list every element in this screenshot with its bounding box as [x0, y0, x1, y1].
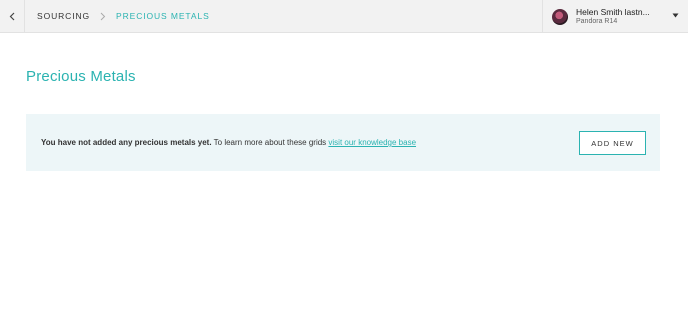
empty-state-message-text: To learn more about these grids [213, 138, 327, 147]
add-new-button[interactable]: ADD NEW [579, 131, 646, 155]
breadcrumb: SOURCING PRECIOUS METALS [37, 11, 210, 21]
page-title: Precious Metals [26, 68, 136, 85]
user-org: Pandora R14 [576, 17, 618, 25]
breadcrumb-precious-metals: PRECIOUS METALS [116, 11, 210, 21]
user-menu[interactable]: Helen Smith lastn... Pandora R14 [542, 0, 688, 33]
top-bar: SOURCING PRECIOUS METALS Helen Smith las… [0, 0, 688, 33]
chevron-left-icon [9, 12, 14, 20]
user-name: Helen Smith lastn... [576, 6, 650, 17]
knowledge-base-link[interactable]: visit our knowledge base [328, 138, 416, 147]
back-button[interactable] [0, 0, 25, 33]
chevron-right-icon [100, 12, 106, 21]
avatar [552, 8, 568, 25]
empty-state-message-bold: You have not added any precious metals y… [41, 138, 212, 147]
empty-state-message: You have not added any precious metals y… [41, 138, 416, 147]
caret-down-icon[interactable] [672, 13, 679, 18]
empty-state-banner: You have not added any precious metals y… [26, 114, 660, 171]
breadcrumb-sourcing[interactable]: SOURCING [37, 11, 90, 21]
